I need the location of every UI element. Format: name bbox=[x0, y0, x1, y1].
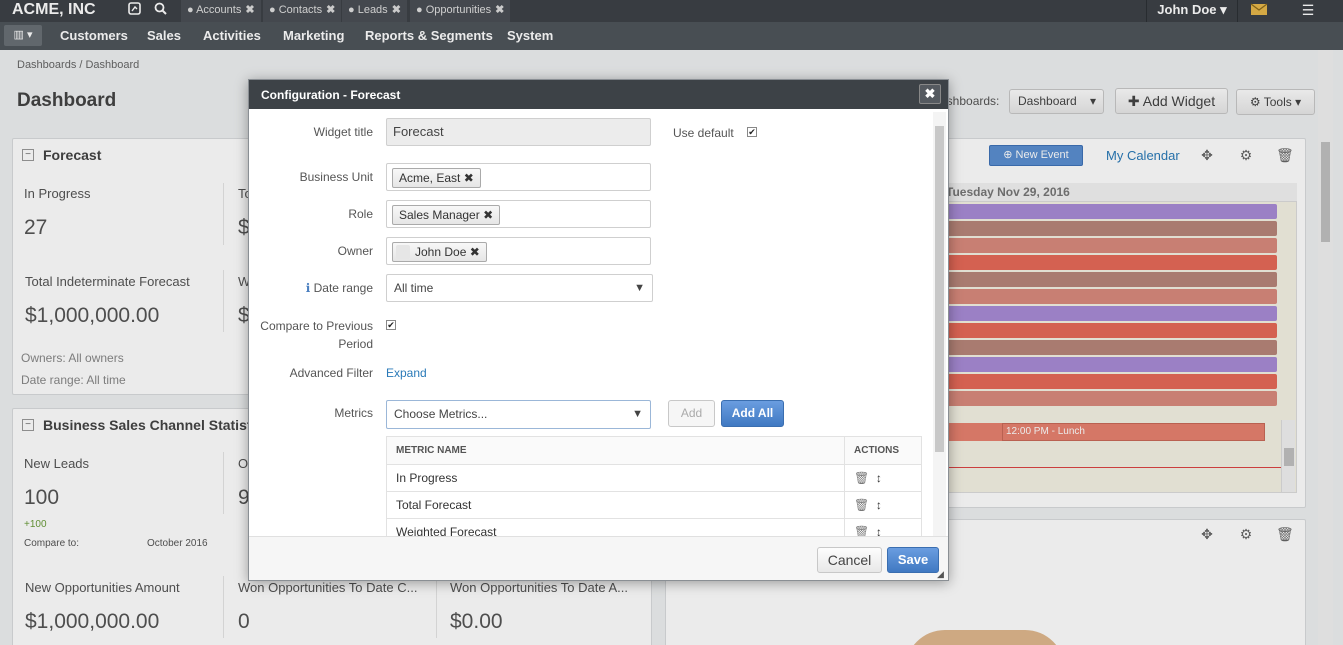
tag-label: Sales Manager bbox=[399, 208, 480, 222]
save-button[interactable]: Save bbox=[887, 547, 939, 573]
advanced-filter-label: Advanced Filter bbox=[289, 366, 373, 380]
trash-icon[interactable]: 🗑 bbox=[854, 498, 869, 512]
avatar bbox=[396, 245, 410, 259]
metric-name-header: METRIC NAME bbox=[386, 436, 845, 465]
expand-link[interactable]: Expand bbox=[386, 366, 427, 380]
info-icon[interactable]: ℹ bbox=[306, 281, 311, 295]
remove-icon[interactable]: ✖ bbox=[464, 171, 474, 185]
date-range-label: ℹ Date range bbox=[249, 281, 373, 295]
add-metric-button[interactable]: Add bbox=[668, 400, 715, 427]
compare-checkbox[interactable]: ✔ bbox=[386, 320, 396, 330]
table-row: Total Forecast 🗑 ↕ bbox=[386, 491, 922, 519]
compare-label-line1: Compare to Previous bbox=[260, 319, 373, 333]
dialog-title: Configuration - Forecast bbox=[261, 88, 401, 102]
drag-handle-icon[interactable]: ↕ bbox=[876, 498, 882, 512]
role-tag: Sales Manager ✖ bbox=[392, 205, 501, 225]
close-button[interactable]: ✖ bbox=[919, 84, 941, 104]
actions-header: ACTIONS bbox=[844, 436, 922, 465]
metric-name-cell: Total Forecast bbox=[386, 491, 845, 519]
role-input[interactable]: Sales Manager ✖ bbox=[386, 200, 651, 228]
resize-handle-icon[interactable]: ◢ bbox=[937, 569, 944, 580]
table-header-row: METRIC NAME ACTIONS bbox=[386, 436, 922, 465]
business-unit-input[interactable]: Acme, East ✖ bbox=[386, 163, 651, 191]
remove-icon[interactable]: ✖ bbox=[483, 208, 493, 222]
use-default-checkbox[interactable]: ✔ bbox=[747, 127, 757, 137]
business-unit-label: Business Unit bbox=[299, 170, 373, 184]
role-label: Role bbox=[348, 207, 373, 221]
widget-title-input[interactable]: Forecast bbox=[386, 118, 651, 146]
owner-input[interactable]: John Doe ✖ bbox=[386, 237, 651, 265]
tag-label: Acme, East bbox=[399, 171, 461, 185]
metric-name-cell: In Progress bbox=[386, 464, 845, 492]
tag-label: John Doe bbox=[415, 245, 467, 259]
compare-label-line2: Period bbox=[338, 337, 373, 351]
owner-tag: John Doe ✖ bbox=[392, 242, 487, 262]
caret-down-icon: ▼ bbox=[634, 282, 645, 294]
caret-down-icon: ▼ bbox=[632, 408, 643, 420]
actions-cell: 🗑 ↕ bbox=[844, 491, 922, 519]
actions-cell: 🗑 ↕ bbox=[844, 464, 922, 492]
cancel-button[interactable]: Cancel bbox=[817, 547, 882, 573]
metrics-select[interactable]: Choose Metrics... ▼ bbox=[386, 400, 651, 429]
drag-handle-icon[interactable]: ↕ bbox=[876, 471, 882, 485]
owner-label: Owner bbox=[337, 244, 373, 258]
dialog-footer: Cancel Save ◢ bbox=[249, 536, 948, 580]
date-range-select[interactable]: All time ▼ bbox=[386, 274, 653, 302]
business-unit-tag: Acme, East ✖ bbox=[392, 168, 481, 188]
dialog-header: Configuration - Forecast ✖ bbox=[249, 80, 948, 109]
widget-title-label: Widget title bbox=[313, 125, 373, 139]
date-range-label-text: Date range bbox=[313, 281, 373, 295]
dialog-scrollbar[interactable] bbox=[933, 112, 946, 536]
use-default-label: Use default bbox=[673, 126, 734, 140]
remove-icon[interactable]: ✖ bbox=[470, 245, 480, 259]
trash-icon[interactable]: 🗑 bbox=[854, 471, 869, 485]
configuration-dialog: Configuration - Forecast ✖ Widget title … bbox=[248, 79, 949, 581]
add-all-button[interactable]: Add All bbox=[721, 400, 784, 427]
metrics-table: METRIC NAME ACTIONS In Progress 🗑 ↕ Tota… bbox=[386, 436, 922, 546]
date-range-value: All time bbox=[394, 281, 434, 295]
metrics-placeholder: Choose Metrics... bbox=[394, 407, 488, 421]
compare-label: Compare to Previous Period bbox=[249, 317, 373, 353]
table-row: In Progress 🗑 ↕ bbox=[386, 464, 922, 492]
metrics-label: Metrics bbox=[334, 406, 373, 420]
scrollbar-thumb[interactable] bbox=[935, 126, 944, 452]
